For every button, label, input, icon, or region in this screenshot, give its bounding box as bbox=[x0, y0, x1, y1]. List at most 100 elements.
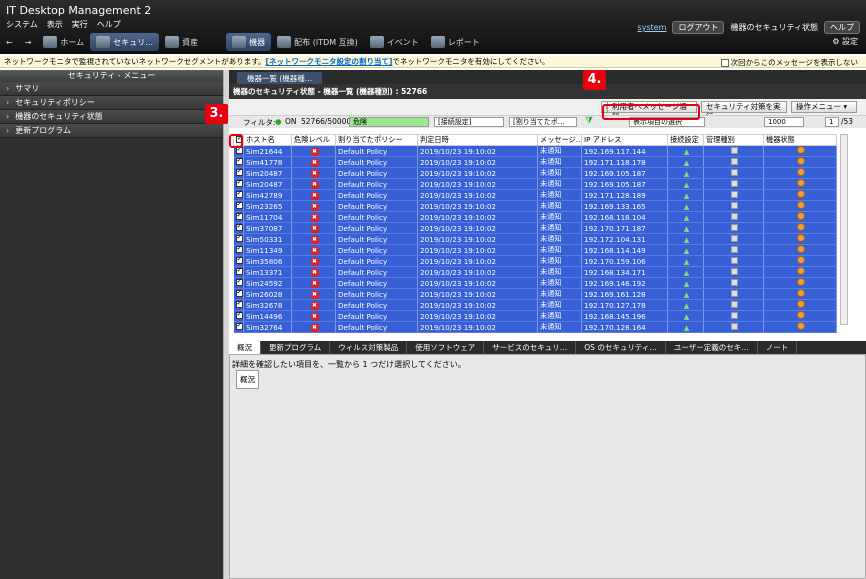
dont-show-checkbox[interactable]: 次回からこのメッセージを表示しない bbox=[720, 57, 858, 68]
menu-run[interactable]: 実行 bbox=[72, 19, 88, 30]
row-checkbox[interactable] bbox=[233, 321, 244, 333]
table-row[interactable]: Sim14496 ✖ Default Policy2019/10/23 19:10:… bbox=[233, 310, 837, 322]
risk-filter[interactable]: 危険 bbox=[349, 117, 429, 127]
row-checkbox[interactable] bbox=[233, 233, 244, 245]
policy-filter[interactable]: [割り当てたポ… bbox=[509, 117, 577, 127]
forward-button[interactable]: → bbox=[19, 33, 38, 51]
toolbar-distribute[interactable]: 配布 (ITDM 互換) bbox=[271, 33, 364, 51]
conn-filter[interactable]: [接続設定] bbox=[434, 117, 504, 127]
col-message[interactable]: メッセージ… bbox=[537, 134, 582, 146]
tab-note[interactable]: ノート bbox=[758, 341, 798, 354]
table-row[interactable]: Sim37087 ✖ Default Policy2019/10/23 19:10:… bbox=[233, 222, 837, 234]
toolbar-report[interactable]: レポート bbox=[425, 33, 486, 51]
row-checkbox[interactable] bbox=[233, 189, 244, 201]
sidebar-item-summary[interactable]: › サマリ bbox=[0, 82, 223, 96]
toolbar-home[interactable]: ホーム bbox=[37, 33, 90, 51]
table-row[interactable]: Sim50331 ✖ Default Policy2019/10/23 19:10:… bbox=[233, 233, 837, 245]
toolbar-asset[interactable]: 資産 bbox=[159, 33, 204, 51]
row-checkbox[interactable] bbox=[233, 156, 244, 168]
checkbox[interactable] bbox=[235, 245, 243, 253]
message-cell: 未通知 bbox=[537, 255, 582, 267]
table-row[interactable]: Sim21644 ✖ Default Policy2019/10/23 19:10:… bbox=[233, 145, 837, 157]
ops-menu-button[interactable]: 操作メニュー ▾ bbox=[791, 101, 857, 113]
network-monitor-link[interactable]: [ネットワークモニタ設定の割り当て] bbox=[266, 56, 393, 67]
checkbox[interactable] bbox=[235, 311, 243, 319]
table-row[interactable]: Sim24592 ✖ Default Policy2019/10/23 19:10:… bbox=[233, 277, 837, 289]
tab-os-security[interactable]: OS のセキュリティ… bbox=[576, 341, 666, 354]
checkbox[interactable] bbox=[235, 179, 243, 187]
toolbar-device[interactable]: 機器 bbox=[226, 33, 272, 51]
row-checkbox[interactable] bbox=[233, 277, 244, 289]
tab-service-security[interactable]: サービスのセキュリ… bbox=[484, 341, 577, 354]
checkbox[interactable] bbox=[235, 168, 243, 176]
menu-help[interactable]: ヘルプ bbox=[97, 19, 121, 30]
sidebar-item-policy[interactable]: › セキュリティポリシー bbox=[0, 96, 223, 110]
table-row[interactable]: Sim23265 ✖ Default Policy2019/10/23 19:10:… bbox=[233, 200, 837, 212]
vertical-scrollbar[interactable] bbox=[840, 134, 848, 325]
status-icon bbox=[797, 278, 805, 286]
col-risk[interactable]: 危険レベル bbox=[291, 134, 336, 146]
toolbar-security[interactable]: セキュリ… bbox=[90, 33, 160, 51]
back-button[interactable]: ← bbox=[0, 33, 19, 51]
sidebar-item-device-security[interactable]: › 機器のセキュリティ状態 bbox=[0, 110, 223, 124]
row-checkbox[interactable] bbox=[233, 222, 244, 234]
table-row[interactable]: Sim35806 ✖ Default Policy2019/10/23 19:10:… bbox=[233, 255, 837, 267]
checkbox[interactable] bbox=[235, 212, 243, 220]
row-checkbox[interactable] bbox=[233, 167, 244, 179]
col-date[interactable]: 判定日時 bbox=[417, 134, 538, 146]
row-checkbox[interactable] bbox=[233, 288, 244, 300]
tab-device-list[interactable]: 機器一覧 (機器種… bbox=[237, 72, 323, 84]
table-row[interactable]: Sim11704 ✖ Default Policy2019/10/23 19:10:… bbox=[233, 211, 837, 223]
per-page-select[interactable]: 1000 bbox=[764, 117, 804, 127]
user-link[interactable]: system bbox=[638, 23, 667, 32]
menu-view[interactable]: 表示 bbox=[47, 19, 63, 30]
run-security-button[interactable]: セキュリティ対策を実行 bbox=[701, 101, 787, 121]
tab-overview[interactable]: 概況 bbox=[229, 341, 261, 354]
page-input[interactable]: 1 bbox=[825, 117, 839, 127]
checkbox[interactable] bbox=[235, 201, 243, 209]
row-checkbox[interactable] bbox=[233, 211, 244, 223]
table-row[interactable]: Sim42789 ✖ Default Policy2019/10/23 19:10:… bbox=[233, 189, 837, 201]
tab-software[interactable]: 使用ソフトウェア bbox=[407, 341, 485, 354]
menu-system[interactable]: システム bbox=[6, 19, 38, 30]
row-checkbox[interactable] bbox=[233, 310, 244, 322]
checkbox[interactable] bbox=[235, 190, 243, 198]
table-row[interactable]: Sim13371 ✖ Default Policy2019/10/23 19:10:… bbox=[233, 266, 837, 278]
col-mgmt[interactable]: 管理種別 bbox=[703, 134, 764, 146]
checkbox[interactable] bbox=[235, 256, 243, 264]
settings-button[interactable]: ⚙ 設定 bbox=[832, 36, 858, 47]
table-row[interactable]: Sim20487 ✖ Default Policy2019/10/23 19:10:… bbox=[233, 178, 837, 190]
checkbox[interactable] bbox=[235, 223, 243, 231]
sidebar-item-updates[interactable]: › 更新プログラム bbox=[0, 124, 223, 138]
funnel-icon[interactable]: ⧩ bbox=[585, 116, 593, 126]
table-row[interactable]: Sim11349 ✖ Default Policy2019/10/23 19:10:… bbox=[233, 244, 837, 256]
col-state[interactable]: 機器状態 bbox=[763, 134, 837, 146]
table-row[interactable]: Sim41778 ✖ Default Policy2019/10/23 19:10:… bbox=[233, 156, 837, 168]
col-policy[interactable]: 割り当てたポリシー bbox=[335, 134, 418, 146]
col-conn[interactable]: 接続設定 bbox=[667, 134, 704, 146]
row-checkbox[interactable] bbox=[233, 200, 244, 212]
col-host[interactable]: ホスト名 bbox=[243, 134, 292, 146]
checkbox[interactable] bbox=[235, 278, 243, 286]
row-checkbox[interactable] bbox=[233, 178, 244, 190]
tab-user-defined[interactable]: ユーザー定義のセキ… bbox=[666, 341, 758, 354]
table-row[interactable]: Sim20487 ✖ Default Policy2019/10/23 19:10:… bbox=[233, 167, 837, 179]
table-row[interactable]: Sim26028 ✖ Default Policy2019/10/23 19:10:… bbox=[233, 288, 837, 300]
row-checkbox[interactable] bbox=[233, 244, 244, 256]
tab-antivirus[interactable]: ウィルス対策製品 bbox=[330, 341, 408, 354]
checkbox[interactable] bbox=[235, 289, 243, 297]
checkbox[interactable] bbox=[235, 322, 243, 330]
row-checkbox[interactable] bbox=[233, 255, 244, 267]
col-ip[interactable]: IP アドレス bbox=[581, 134, 668, 146]
checkbox[interactable] bbox=[235, 157, 243, 165]
checkbox[interactable] bbox=[720, 58, 729, 67]
row-checkbox[interactable] bbox=[233, 299, 244, 311]
checkbox[interactable] bbox=[235, 234, 243, 242]
table-row[interactable]: Sim32678 ✖ Default Policy2019/10/23 19:10:… bbox=[233, 299, 837, 311]
tab-updates[interactable]: 更新プログラム bbox=[261, 341, 331, 354]
checkbox[interactable] bbox=[235, 267, 243, 275]
row-checkbox[interactable] bbox=[233, 266, 244, 278]
checkbox[interactable] bbox=[235, 300, 243, 308]
table-row[interactable]: Sim32764 ✖ Default Policy2019/10/23 19:10:… bbox=[233, 321, 837, 333]
toolbar-event[interactable]: イベント bbox=[364, 33, 425, 51]
